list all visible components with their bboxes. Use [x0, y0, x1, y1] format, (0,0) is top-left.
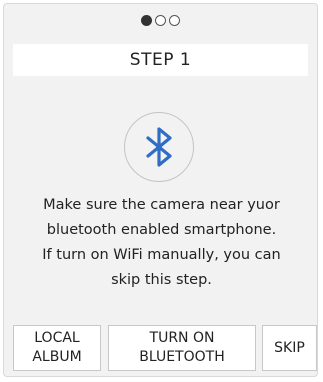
skip-label: SKIP — [274, 339, 305, 356]
page-dot-1 — [141, 15, 152, 26]
local-album-label-line1: LOCAL — [34, 330, 80, 346]
local-album-button[interactable]: LOCAL ALBUM — [13, 325, 101, 371]
bluetooth-icon — [146, 127, 172, 167]
page-dot-2 — [155, 15, 166, 26]
turn-on-bluetooth-button[interactable]: TURN ON BLUETOOTH — [108, 325, 256, 371]
bluetooth-icon-circle — [124, 112, 194, 182]
page-dot-3 — [169, 15, 180, 26]
turn-on-bluetooth-label-line1: TURN ON — [149, 330, 215, 346]
step-title: STEP 1 — [13, 44, 308, 76]
step-card: STEP 1 Make sure the camera near yuor bl… — [3, 3, 318, 377]
instruction-line-3: If turn on WiFi manually, you can — [42, 247, 281, 263]
turn-on-bluetooth-label-line2: BLUETOOTH — [139, 349, 225, 365]
instruction-line-1: Make sure the camera near yuor — [43, 197, 280, 213]
instruction-text: Make sure the camera near yuor bluetooth… — [14, 193, 309, 293]
skip-button[interactable]: SKIP — [262, 325, 317, 371]
page-indicator — [4, 15, 317, 31]
instruction-line-4: skip this step. — [111, 272, 212, 288]
instruction-line-2: bluetooth enabled smartphone. — [46, 222, 277, 238]
local-album-label-line2: ALBUM — [32, 349, 82, 365]
